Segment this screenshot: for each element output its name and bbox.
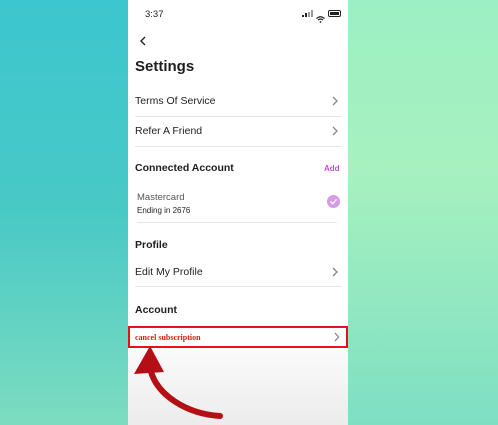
signal-icon (302, 10, 313, 17)
add-account-link[interactable]: Add (324, 164, 340, 173)
chevron-left-icon (140, 36, 146, 46)
wifi-icon (316, 10, 325, 23)
refer-a-friend-row[interactable]: Refer A Friend (135, 117, 341, 145)
edit-my-profile-row[interactable]: Edit My Profile (135, 258, 341, 286)
account-heading: Account (135, 304, 177, 316)
chevron-right-icon (332, 267, 338, 277)
red-arrow-annotation (134, 346, 223, 419)
status-time: 3:37 (145, 9, 164, 20)
divider (137, 222, 337, 223)
back-button[interactable] (137, 34, 151, 48)
chevron-right-icon (334, 332, 340, 342)
chevron-right-icon (332, 96, 338, 106)
connected-account-heading: Connected Account (135, 162, 234, 174)
chevron-right-icon (332, 126, 338, 136)
background-right (348, 0, 498, 425)
divider (135, 146, 341, 147)
profile-heading: Profile (135, 239, 168, 251)
checkmark-icon (330, 198, 337, 205)
battery-icon (328, 10, 341, 17)
background-left (0, 0, 128, 425)
status-icons (302, 10, 341, 23)
row-label: Refer A Friend (135, 125, 203, 137)
divider (135, 286, 341, 287)
status-bar: 3:37 (128, 0, 348, 28)
row-label: Edit My Profile (135, 266, 203, 278)
terms-of-service-row[interactable]: Terms Of Service (135, 87, 341, 115)
card-ending: Ending in 2676 (137, 206, 191, 215)
page-title: Settings (135, 58, 195, 75)
row-label: Terms Of Service (135, 95, 216, 107)
check-icon[interactable] (327, 195, 340, 208)
card-name: Mastercard (137, 192, 185, 203)
